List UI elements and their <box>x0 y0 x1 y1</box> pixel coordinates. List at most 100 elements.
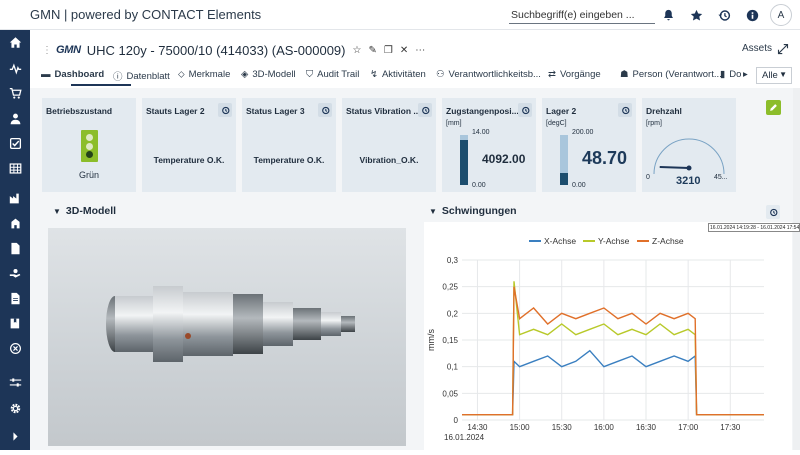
legend-label: Y-Achse <box>598 236 630 246</box>
document-icon: ▮ <box>720 69 726 80</box>
active-tab-indicator <box>71 84 131 86</box>
x-tick-label: 16:00 <box>594 423 615 432</box>
sidebar-pulse-icon[interactable] <box>0 56 30 80</box>
y-tick-label: 0,25 <box>442 283 458 292</box>
tab-vorgaenge[interactable]: ⇄ Vorgänge <box>548 69 601 80</box>
panel-title: Schwingungen <box>441 205 517 217</box>
star-icon[interactable] <box>688 7 704 23</box>
card-betriebszustand: Betriebszustand Grün <box>42 98 136 192</box>
sidebar-worker-icon[interactable] <box>0 106 30 130</box>
tab-person[interactable]: ☗ Person (Verantwort... <box>620 69 722 80</box>
card-lager2-temp: Lager 2 [degC] 200.00 0.00 48.70 <box>542 98 636 192</box>
sidebar-table-icon[interactable] <box>0 156 30 180</box>
status-value: Vibration_O.K. <box>359 155 419 165</box>
sidebar-building-icon[interactable] <box>0 211 30 235</box>
person-icon: ☗ <box>620 69 629 80</box>
tab-3d-modell[interactable]: ◈ 3D-Modell <box>241 69 296 80</box>
share-icon[interactable]: ✕ <box>400 45 408 56</box>
history-icon[interactable] <box>716 7 732 23</box>
card-title: Drehzahl <box>646 106 682 116</box>
brand-logo: GMN <box>56 44 81 56</box>
x-tick-label: 17:00 <box>678 423 699 432</box>
x-tick-label: 15:00 <box>510 423 531 432</box>
y-tick-label: 0,1 <box>447 363 459 372</box>
more-icon[interactable]: ⋯ <box>415 45 425 56</box>
panel-title: 3D-Modell <box>65 205 117 217</box>
panel-chart-header[interactable]: ▼ Schwingungen <box>429 205 517 217</box>
y-tick-label: 0 <box>454 416 459 425</box>
card-drehzahl: Drehzahl [rpm] 0 45... 3210 <box>642 98 736 192</box>
tab-scroll-right-icon[interactable]: ▸ <box>743 69 748 80</box>
activity-icon: ↯ <box>370 69 378 80</box>
search-input[interactable]: Suchbegriff(e) eingeben ... <box>509 6 655 24</box>
sidebar-expand-icon[interactable] <box>0 424 30 448</box>
legend-label: X-Achse <box>544 236 576 246</box>
collapse-triangle-icon: ▼ <box>53 206 61 216</box>
tab-audit-trail[interactable]: ⛉ Audit Trail <box>306 69 359 80</box>
favorite-star-icon[interactable]: ☆ <box>352 45 361 56</box>
y-tick-label: 0,3 <box>447 256 459 265</box>
status-value: Temperature O.K. <box>253 155 325 165</box>
card-title: Stauts Lager 2 <box>146 106 205 116</box>
x-date-label: 16.01.2024 <box>444 433 485 442</box>
drag-handle-icon[interactable]: ⋮ <box>42 45 52 56</box>
vibration-chart[interactable]: 0 0,05 0,1 0,15 0,2 0,25 0,3 14:30 15:00 15:30 16:… <box>424 222 792 450</box>
max-label: 45... <box>714 174 728 181</box>
collapse-icon[interactable] <box>777 42 789 60</box>
edit-object-icon[interactable]: ✎ <box>368 45 376 56</box>
series-line-z-achse <box>462 286 764 416</box>
info-icon[interactable] <box>744 7 760 23</box>
tab-dashboard[interactable]: ▬ Dashboard <box>41 69 104 80</box>
min-label: 0.00 <box>472 182 486 189</box>
tab-dokumente[interactable]: ▮ Do <box>720 69 741 80</box>
sidebar-document-icon[interactable] <box>0 236 30 260</box>
bell-icon[interactable] <box>660 7 676 23</box>
history-icon[interactable] <box>418 103 432 117</box>
cube-icon: ◈ <box>241 69 249 80</box>
sidebar-checklist-icon[interactable] <box>0 131 30 155</box>
card-title: Status Vibration ... <box>346 106 421 116</box>
history-icon[interactable] <box>518 103 532 117</box>
info-icon: ⓘ <box>113 72 123 83</box>
sidebar-cart-icon[interactable] <box>0 81 30 105</box>
card-zugstangenposition: Zugstangenposi... [mm] 14.00 0.00 4092.0… <box>442 98 536 192</box>
gauge-value: 48.70 <box>582 148 628 168</box>
traffic-light-icon <box>81 130 98 162</box>
copy-icon[interactable]: ❐ <box>384 45 393 56</box>
chart-svg: 0 0,05 0,1 0,15 0,2 0,25 0,3 14:30 15:00 15:30 16:… <box>426 236 764 442</box>
tab-datenblatt[interactable]: ⓘ Datenblatt <box>113 69 170 84</box>
3d-model-viewer[interactable] <box>48 228 406 446</box>
user-avatar[interactable]: A <box>770 4 792 26</box>
x-tick-label: 14:30 <box>467 423 488 432</box>
tab-verantwortlichkeit[interactable]: ⚇ Verantwortlichkeitsb... <box>436 69 541 80</box>
history-icon[interactable] <box>318 103 332 117</box>
x-tick-label: 17:30 <box>720 423 741 432</box>
sidebar-hand-icon[interactable] <box>0 261 30 285</box>
sidebar-home-icon[interactable] <box>0 30 30 54</box>
edit-dashboard-button[interactable] <box>766 100 781 115</box>
min-label: 0 <box>646 174 650 181</box>
unit-label: [degC] <box>546 120 567 127</box>
collapse-triangle-icon: ▼ <box>429 206 437 216</box>
sidebar-factory-icon[interactable] <box>0 186 30 210</box>
scrollbar[interactable] <box>793 88 800 450</box>
sidebar-sliders-icon[interactable] <box>0 370 30 394</box>
sidebar-cancel-icon[interactable] <box>0 336 30 360</box>
assets-link[interactable]: Assets <box>742 43 772 54</box>
tab-aktivitaeten[interactable]: ↯ Aktivitäten <box>370 69 426 80</box>
shield-icon: ⛉ <box>306 69 314 80</box>
series-line-y-achse <box>462 281 764 416</box>
status-label: Grün <box>78 170 99 180</box>
history-icon[interactable] <box>618 103 632 117</box>
max-label: 200.00 <box>572 129 594 136</box>
level-bar <box>560 135 568 185</box>
panel-3d-header[interactable]: ▼ 3D-Modell <box>53 205 116 217</box>
chart-history-button[interactable] <box>766 205 780 219</box>
tab-merkmale[interactable]: ⬦ Merkmale <box>178 69 230 80</box>
sidebar-book-icon[interactable] <box>0 311 30 335</box>
sidebar <box>0 30 30 450</box>
tab-filter-select[interactable]: Alle ▼ <box>756 67 792 84</box>
sidebar-file-icon[interactable] <box>0 286 30 310</box>
sidebar-settings-icon[interactable] <box>0 396 30 420</box>
history-icon[interactable] <box>218 103 232 117</box>
